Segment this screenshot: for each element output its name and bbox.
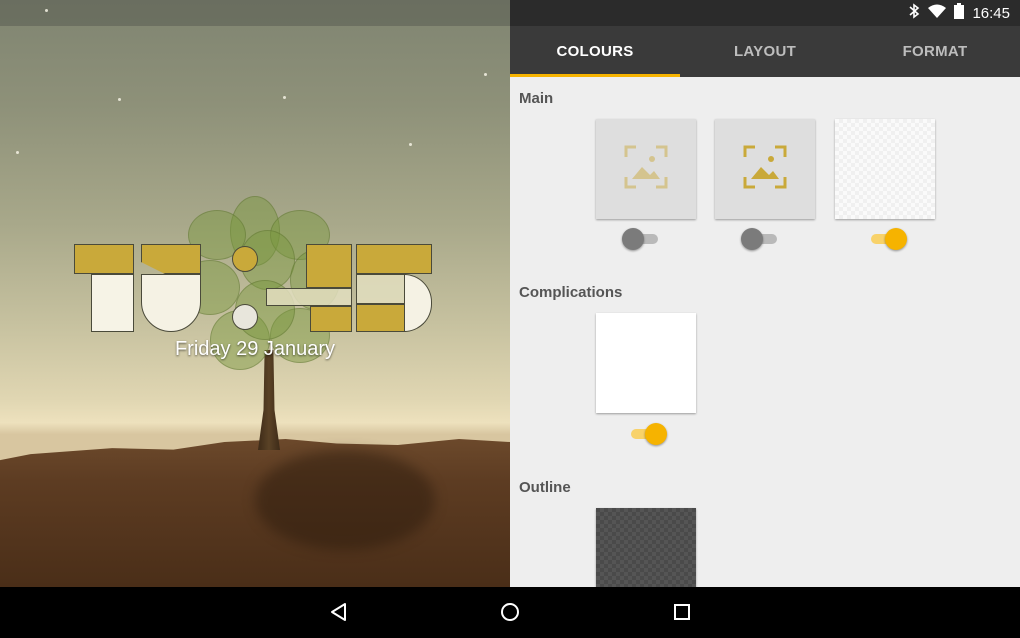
colon-dot-bottom <box>232 304 258 330</box>
digit-block <box>141 244 201 274</box>
tree-shadow <box>255 450 435 550</box>
ground <box>0 439 510 587</box>
outline-colour-swatch[interactable] <box>596 508 696 587</box>
toggle-thumb <box>741 228 763 250</box>
tab-format[interactable]: FORMAT <box>850 26 1020 77</box>
complications-colour-swatch[interactable] <box>596 313 696 413</box>
digit-block <box>356 304 406 332</box>
bluetooth-icon <box>908 2 920 24</box>
main-colour-swatch-2[interactable] <box>715 119 815 219</box>
main-swatch-2-toggle[interactable] <box>741 227 781 251</box>
star <box>283 96 286 99</box>
digit-block <box>141 274 201 332</box>
tab-bar: COLOURS LAYOUT FORMAT <box>510 26 1020 77</box>
status-bar: 16:45 <box>510 0 1020 26</box>
digit-block <box>310 306 352 332</box>
status-time: 16:45 <box>972 4 1010 22</box>
tab-layout[interactable]: LAYOUT <box>680 26 850 77</box>
battery-icon <box>954 2 965 24</box>
main-colour-swatch-1[interactable] <box>596 119 696 219</box>
star <box>45 9 48 12</box>
colon-dot-top <box>232 246 258 272</box>
tab-colours[interactable]: COLOURS <box>510 26 680 77</box>
recents-icon[interactable] <box>669 599 695 625</box>
digit-block <box>74 244 134 274</box>
main-swatch-3-toggle[interactable] <box>867 227 907 251</box>
image-placeholder-icon <box>743 145 787 194</box>
toggle-thumb <box>885 228 907 250</box>
digital-clock <box>74 244 434 334</box>
tree-trunk <box>258 350 280 450</box>
section-title-complications: Complications <box>519 284 623 301</box>
digit-block <box>356 244 432 274</box>
digit-block <box>356 274 406 304</box>
wifi-icon <box>928 4 947 23</box>
main-swatch-1-toggle[interactable] <box>622 227 662 251</box>
back-icon[interactable] <box>326 599 352 625</box>
digit-block <box>91 274 134 332</box>
colours-panel: Main Complications Outline <box>510 77 1020 587</box>
star <box>484 73 487 76</box>
star <box>409 143 412 146</box>
section-title-main: Main <box>519 90 554 107</box>
star <box>118 98 121 101</box>
digit-block <box>266 288 352 306</box>
toggle-thumb <box>622 228 644 250</box>
digit-block <box>404 274 432 332</box>
home-icon[interactable] <box>497 599 523 625</box>
watchface-preview: Friday 29 January <box>0 0 510 587</box>
image-placeholder-icon <box>624 145 668 194</box>
main-colour-swatch-3[interactable] <box>835 119 935 219</box>
section-title-outline: Outline <box>519 479 571 496</box>
star <box>16 151 19 154</box>
navigation-bar <box>0 587 1020 638</box>
date-label: Friday 29 January <box>174 338 336 360</box>
complications-toggle[interactable] <box>627 422 667 446</box>
preview-status-strip <box>0 0 510 26</box>
toggle-thumb <box>645 423 667 445</box>
digit-block <box>306 244 352 288</box>
